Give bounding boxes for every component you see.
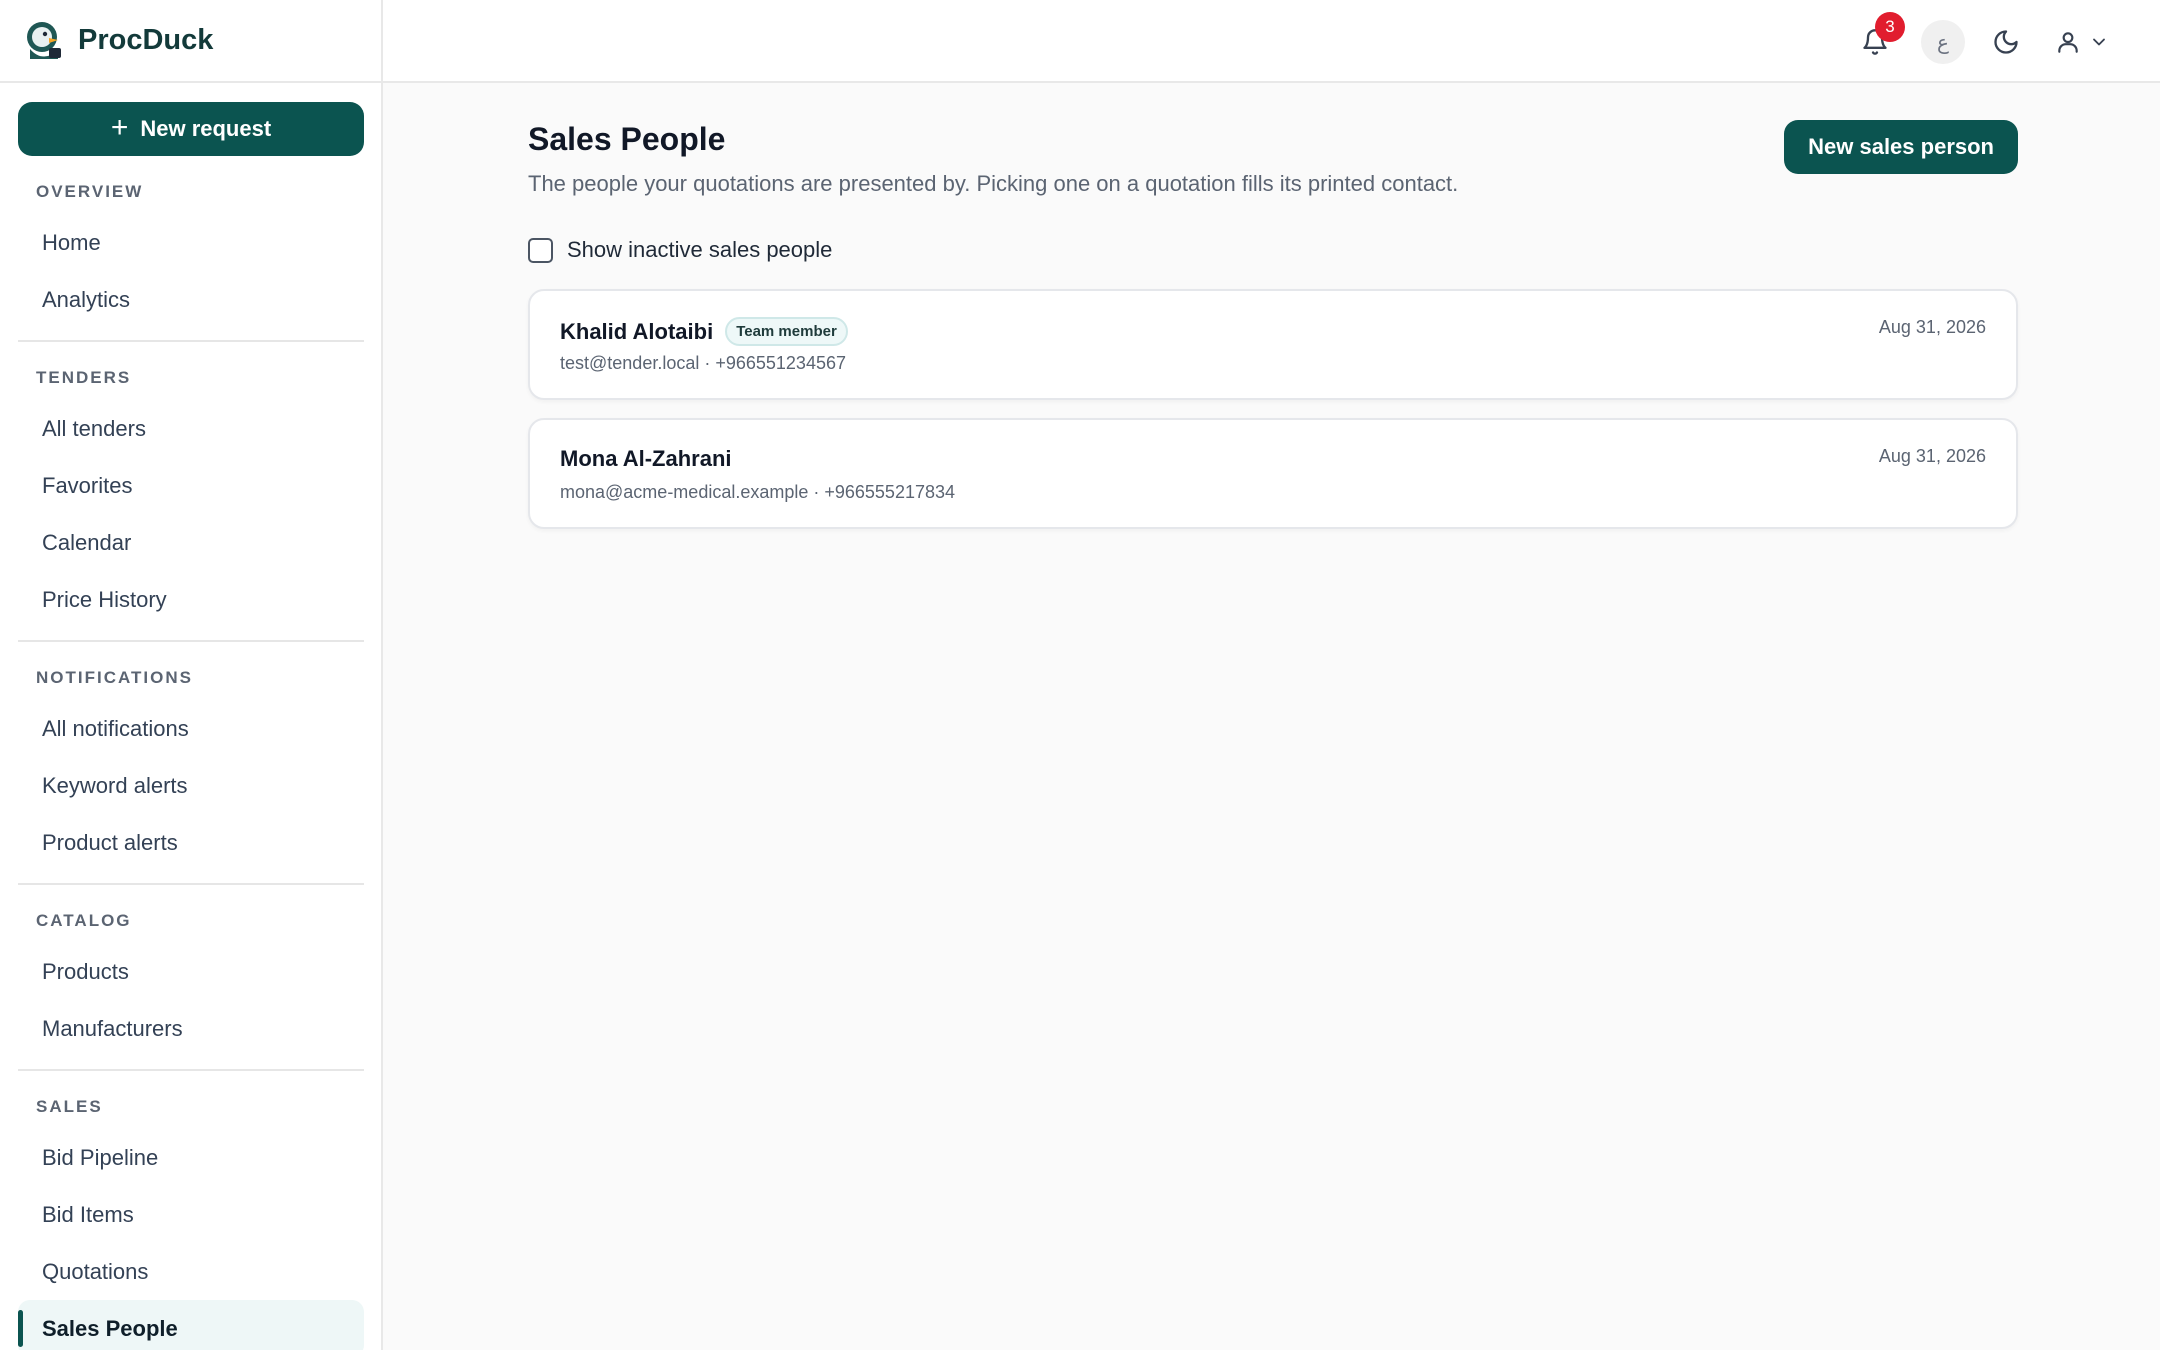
sidebar-item-quotations[interactable]: Quotations [18,1243,364,1300]
sales-person-name: Khalid Alotaibi [560,318,714,344]
sales-person-card[interactable]: Khalid Alotaibi Team member test@tender.… [528,289,2018,400]
show-inactive-label: Show inactive sales people [567,237,833,262]
sidebar-item-analytics[interactable]: Analytics [18,271,364,328]
divider [18,883,364,885]
sidebar-item-favorites[interactable]: Favorites [18,457,364,514]
sales-person-name-row: Mona Al-Zahrani [560,446,732,472]
notification-count-badge: 3 [1875,12,1905,42]
sidebar-item-bid-items[interactable]: Bid Items [18,1186,364,1243]
new-request-label: New request [140,116,272,141]
brand-name: ProcDuck [78,24,214,56]
team-member-badge: Team member [725,317,848,346]
sidebar-item-bid-pipeline[interactable]: Bid Pipeline [18,1129,364,1186]
sidebar-nav: OVERVIEW Home Analytics TENDERS All tend… [18,170,364,1350]
plus-icon: + [110,110,129,144]
divider [18,1069,364,1071]
app: ProcDuck + New request OVERVIEW Home Ana… [0,0,2160,1350]
section-title-sales: SALES [36,1097,103,1116]
sales-person-card[interactable]: Mona Al-Zahrani mona@acme-medical.exampl… [528,418,2018,529]
sidebar-item-price-history[interactable]: Price History [18,571,364,628]
sidebar: ProcDuck + New request OVERVIEW Home Ana… [0,0,383,1350]
language-glyph: ع [1937,31,1949,54]
sidebar-item-calendar[interactable]: Calendar [18,514,364,571]
sidebar-item-sales-people[interactable]: Sales People [18,1300,364,1350]
divider [18,340,364,342]
show-inactive-checkbox[interactable] [528,237,553,263]
section-title-notifications: NOTIFICATIONS [36,668,193,687]
sales-person-contact: mona@acme-medical.example · +96655521783… [560,482,956,502]
sidebar-item-home[interactable]: Home [18,214,364,271]
sidebar-item-all-tenders[interactable]: All tenders [18,400,364,457]
sidebar-item-products[interactable]: Products [18,943,364,1000]
sales-person-date: Aug 31, 2026 [1878,317,1986,337]
sidebar-item-all-notifications[interactable]: All notifications [18,700,364,757]
sidebar-item-keyword-alerts[interactable]: Keyword alerts [18,757,364,814]
sidebar-item-manufacturers[interactable]: Manufacturers [18,1000,364,1057]
section-title-overview: OVERVIEW [36,182,144,201]
section-title-catalog: CATALOG [36,911,132,930]
duck-logo-icon [27,21,61,59]
new-sales-person-button[interactable]: New sales person [1784,120,2018,174]
user-icon [2058,32,2078,53]
sidebar-item-product-alerts[interactable]: Product alerts [18,814,364,871]
language-toggle[interactable]: ع [1921,20,1965,64]
new-request-button[interactable]: + New request [18,102,364,156]
brand[interactable]: ProcDuck [0,0,381,83]
sales-person-date: Aug 31, 2026 [1878,446,1986,466]
user-menu[interactable] [2047,20,2117,64]
page-subtitle: The people your quotations are presented… [528,171,1459,196]
divider [18,640,364,642]
chevron-down-icon [2093,38,2105,46]
topbar: 3 ع [383,0,2160,83]
sales-person-name: Mona Al-Zahrani [560,446,732,471]
show-inactive-toggle[interactable]: Show inactive sales people [528,237,832,263]
sales-person-name-row: Khalid Alotaibi Team member [560,317,848,346]
section-title-tenders: TENDERS [36,368,132,387]
theme-toggle[interactable] [1984,20,2028,64]
moon-icon [1994,30,2018,54]
sales-person-contact: test@tender.local · +966551234567 [560,353,846,373]
page-title: Sales People [528,121,726,157]
